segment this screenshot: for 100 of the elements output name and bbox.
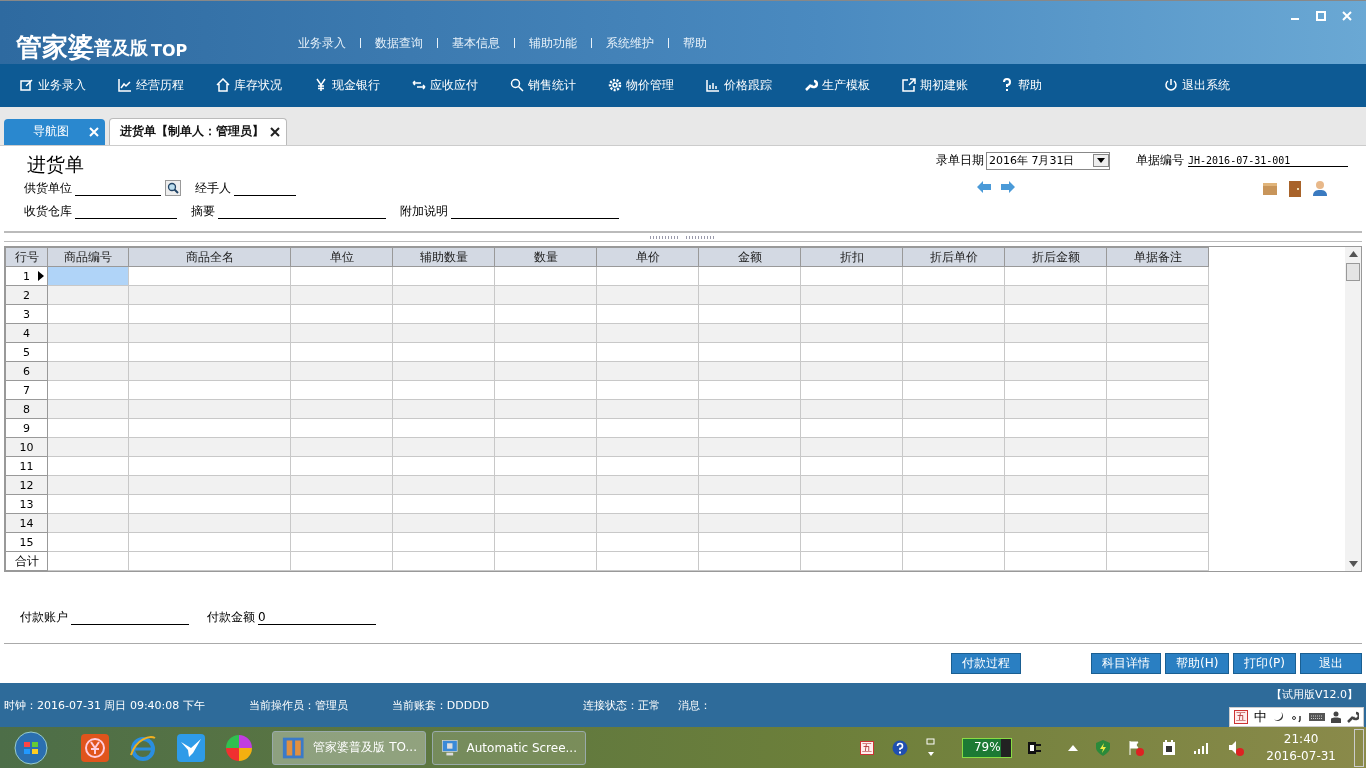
column-header[interactable]: 行号 [5,247,48,267]
account-status: 当前账套：DDDDD [390,697,490,713]
ime-mode-button[interactable]: 五 [1234,710,1248,724]
menu-item[interactable]: 系统维护 [592,38,669,49]
ime-indicator[interactable]: 五 [860,740,875,755]
bird-app-icon[interactable] [176,732,206,763]
field-label: 摘要 [191,202,215,220]
tab[interactable]: 导航图 [4,118,105,145]
scroll-down-icon[interactable] [1348,561,1358,568]
yen-app-icon[interactable] [80,732,110,763]
action-button[interactable]: 退出 [1300,653,1362,675]
tray-date: 2016-07-31 [1266,749,1336,764]
column-header[interactable]: 辅助数量 [392,247,495,267]
field-label: 经手人 [195,179,231,197]
message-status: 消息： [677,697,712,713]
tray-time: 21:40 [1283,732,1319,747]
column-header[interactable]: 商品编号 [47,247,129,267]
action-button[interactable]: 科目详情 [1091,653,1161,675]
moon-icon[interactable] [1273,711,1285,723]
dropdown-icon[interactable] [1093,154,1109,168]
current-row-icon [38,271,44,282]
column-header[interactable]: 折后金额 [1004,247,1107,267]
gear-icon [608,78,622,93]
wrench-icon [804,78,818,93]
speaker-muted-icon[interactable] [1228,739,1245,756]
maximize-icon[interactable] [1316,11,1326,21]
scrollbar-thumb[interactable] [1346,263,1360,282]
toolbar-button[interactable]: 价格跟踪 [698,76,780,94]
document-number: JH-2016-07-31-001 [1188,154,1348,167]
close-icon[interactable] [270,126,280,137]
left-arrow-icon[interactable] [976,179,992,194]
menu-item[interactable]: 帮助 [669,34,721,52]
action-button[interactable]: 付款过程 [951,653,1021,675]
toolbar-button[interactable]: 帮助 [992,76,1050,94]
menu-item[interactable]: 业务录入 [284,38,361,49]
door-icon[interactable] [1288,179,1302,197]
taskbar-window[interactable]: Automatic Scree... [432,730,586,765]
toolbar-button[interactable]: 物价管理 [600,76,682,94]
plug-icon [1026,740,1043,755]
toolbar-button[interactable]: 退出系统 [1156,76,1238,94]
toolbar-button[interactable]: 经营历程 [110,76,192,94]
field-label: 收货仓库 [24,202,72,220]
menu-item[interactable]: 数据查询 [361,38,438,49]
ime-language-button[interactable]: 中 [1254,708,1267,726]
power-icon [1164,78,1178,93]
ime-toolbar[interactable]: 五 中 [1229,707,1364,727]
column-header[interactable]: 单位 [290,247,393,267]
user-icon[interactable] [1331,711,1341,723]
column-header[interactable]: 单据备注 [1106,247,1209,267]
date-picker[interactable]: 2016年 7月31日 [986,151,1110,170]
caret-icon[interactable] [1068,744,1079,751]
scrollbar[interactable] [1345,247,1361,572]
wrench-icon[interactable] [1347,711,1359,723]
toolbar-button[interactable]: 现金银行 [306,76,388,94]
user-icon[interactable] [1312,179,1328,196]
toolbar-button[interactable]: 库存状况 [208,76,290,94]
menu-item[interactable]: 辅助功能 [515,38,592,49]
right-arrow-icon[interactable] [1000,179,1016,194]
start-button[interactable] [14,730,48,765]
entry-icon [20,78,34,93]
tab[interactable]: 进货单【制单人：管理员】 [109,117,287,145]
action-button[interactable]: 帮助(H) [1165,653,1230,675]
toolbar-button[interactable]: 期初建账 [894,76,976,94]
column-header[interactable]: 折扣 [800,247,903,267]
column-header[interactable]: 商品全名 [128,247,291,267]
field-label: 单据编号 [1136,152,1184,170]
export-icon [902,78,916,93]
battery-meter: 79% [962,737,1013,758]
toolbar-button[interactable]: 应收应付 [404,76,486,94]
toolbar-button[interactable]: 销售统计 [502,76,584,94]
window-switch-icon[interactable] [926,737,937,758]
version-label: 【试用版V12.0】 [1269,687,1358,703]
operator-status: 当前操作员：管理员 [247,697,348,713]
total-label: 合计 [5,551,48,571]
signal-icon[interactable] [1194,741,1211,754]
yen-icon [314,78,328,93]
toolbar-button[interactable]: 业务录入 [12,76,94,94]
form-title: 进货单 [27,151,85,177]
action-button[interactable]: 打印(P) [1233,653,1296,675]
input-field[interactable]: 0 [258,610,376,626]
scroll-up-icon[interactable] [1348,251,1358,258]
search-icon[interactable] [165,180,181,197]
field-label: 付款账户 [20,609,68,627]
toolbar-button[interactable]: 生产模板 [796,76,878,94]
chart-icon [118,78,132,93]
help-icon [1000,78,1014,93]
power-plug-icon[interactable] [1162,739,1177,756]
logo-name: 管家婆 [16,33,94,60]
column-header[interactable]: 金额 [698,247,801,267]
column-header[interactable]: 数量 [494,247,597,267]
shield-icon[interactable] [1096,739,1111,756]
color-wheel-icon[interactable] [224,732,254,763]
flag-icon[interactable] [1128,739,1145,756]
menu-item[interactable]: 基本信息 [438,38,515,49]
field-label: 录单日期 [936,152,984,170]
keyboard-icon[interactable] [1309,712,1325,722]
help-icon[interactable] [892,739,909,756]
field-label: 供货单位 [24,179,72,197]
column-header[interactable]: 折后单价 [902,247,1005,267]
column-header[interactable]: 单价 [596,247,699,267]
